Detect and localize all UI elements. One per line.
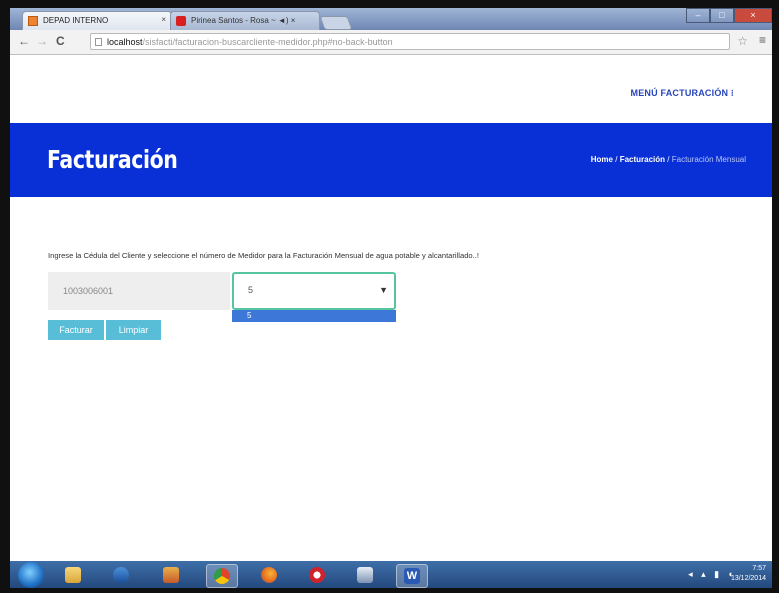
cedula-input[interactable]: 1003006001	[48, 272, 230, 310]
clock-time: 7:57	[752, 565, 766, 572]
page-icon	[95, 38, 102, 46]
tab-title: DEPAD INTERNO	[43, 16, 109, 25]
form-instruction: Ingrese la Cédula del Cliente y seleccio…	[48, 251, 479, 260]
bookmark-star-icon[interactable]: ☆	[737, 34, 748, 48]
chrome-taskbar-icon[interactable]	[206, 564, 238, 588]
page-banner: Facturación Home / Facturación / Factura…	[10, 123, 772, 197]
window-controls: – □ ×	[686, 8, 772, 24]
firefox-taskbar-icon[interactable]	[254, 564, 284, 586]
page-favicon-icon	[28, 16, 38, 26]
chrome-menu-icon[interactable]: ≡	[759, 33, 766, 47]
menu-facturacion-link[interactable]: MENÚ FACTURACIÓN ⁝	[631, 88, 734, 99]
browser-tab-active[interactable]: DEPAD INTERNO ×	[22, 11, 172, 30]
medidor-select[interactable]: 5 ▼	[232, 272, 396, 310]
browser-toolbar: ← → C localhost/sisfacti/facturacion-bus…	[10, 30, 772, 55]
clock-date: 13/12/2014	[730, 575, 766, 582]
new-tab-button[interactable]	[319, 16, 353, 30]
close-window-button[interactable]: ×	[734, 8, 772, 23]
breadcrumb-separator: /	[615, 155, 618, 164]
reload-icon[interactable]: C	[56, 34, 65, 48]
start-button-icon[interactable]	[18, 562, 44, 588]
page-title: Facturación	[47, 145, 178, 174]
breadcrumb: Home / Facturación / Facturación Mensual	[591, 155, 746, 164]
back-arrow-icon[interactable]: ←	[18, 34, 30, 48]
breadcrumb-separator: /	[667, 155, 670, 164]
facturar-button[interactable]: Facturar	[48, 320, 104, 340]
tab-close-icon[interactable]: ×	[161, 15, 166, 24]
youtube-favicon-icon	[176, 16, 186, 26]
system-tray-icons[interactable]: ◂ ▴ ▮ ◖	[688, 569, 736, 580]
breadcrumb-section-link[interactable]: Facturación	[620, 155, 665, 164]
taskbar-clock[interactable]: 7:57 13/12/2014	[731, 564, 766, 584]
browser-tab-strip: DEPAD INTERNO × Pirinea Santos - Rosa ~ …	[10, 8, 772, 30]
browser-tab-youtube[interactable]: Pirinea Santos - Rosa ~ ◄) ×	[170, 11, 320, 30]
opera-taskbar-icon[interactable]	[302, 564, 332, 586]
page-viewport: MENÚ FACTURACIÓN ⁝ Facturación Home / Fa…	[10, 55, 772, 561]
windows-taskbar: W ◂ ▴ ▮ ◖ 7:57 13/12/2014	[10, 561, 772, 588]
forward-arrow-icon[interactable]: →	[36, 34, 48, 48]
media-taskbar-icon[interactable]	[106, 564, 136, 586]
explorer-taskbar-icon[interactable]	[58, 564, 88, 586]
medidor-option[interactable]: 5	[232, 310, 396, 322]
url-host: localhost	[107, 37, 143, 47]
minimize-button[interactable]: –	[686, 8, 710, 23]
limpiar-button[interactable]: Limpiar	[106, 320, 161, 340]
medidor-selected-value: 5	[248, 285, 254, 295]
site-header: MENÚ FACTURACIÓN ⁝	[10, 55, 772, 123]
screen-frame: DEPAD INTERNO × Pirinea Santos - Rosa ~ …	[10, 8, 772, 588]
url-path: /sisfacti/facturacion-buscarcliente-medi…	[142, 37, 393, 47]
address-bar[interactable]: localhost/sisfacti/facturacion-buscarcli…	[90, 33, 730, 50]
paint-taskbar-icon[interactable]	[156, 564, 186, 586]
word-taskbar-icon[interactable]: W	[396, 564, 428, 588]
tab-title: Pirinea Santos - Rosa ~ ◄) ×	[191, 16, 296, 25]
breadcrumb-current: Facturación Mensual	[671, 155, 746, 164]
breadcrumb-home-link[interactable]: Home	[591, 155, 613, 164]
maximize-button[interactable]: □	[710, 8, 734, 23]
network-app-taskbar-icon[interactable]	[350, 564, 380, 586]
chevron-down-icon: ▼	[379, 285, 388, 295]
